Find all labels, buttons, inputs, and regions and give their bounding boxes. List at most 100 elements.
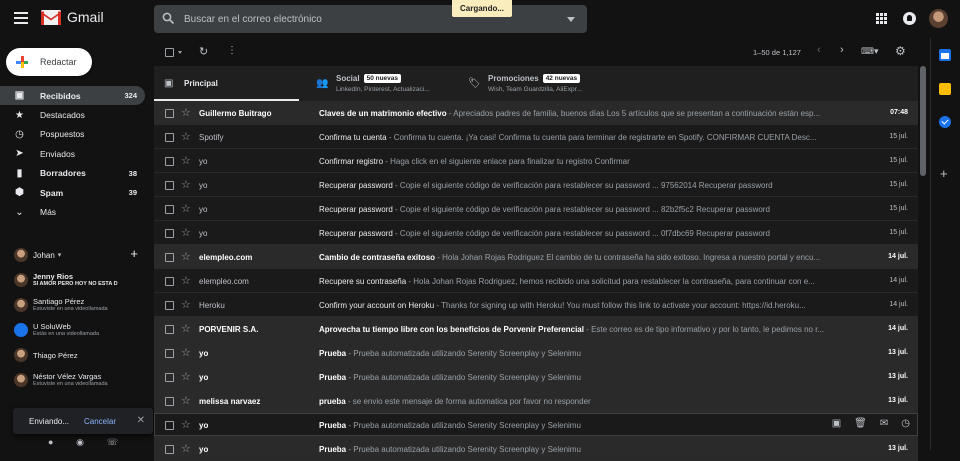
- nav-item-sent[interactable]: ➤ Enviados: [0, 144, 145, 163]
- row-checkbox[interactable]: [165, 181, 174, 190]
- email-preview: Claves de un matrimonio efectivo - Aprec…: [319, 109, 851, 118]
- nav-item-snoozed[interactable]: ◷ Pospuestos: [0, 125, 145, 144]
- select-all-checkbox[interactable]: [165, 48, 174, 57]
- star-icon[interactable]: ☆: [181, 274, 191, 287]
- email-row[interactable]: ☆ yo Confirmar registro - Haga click en el…: [154, 149, 918, 173]
- row-checkbox[interactable]: [165, 277, 174, 286]
- email-row[interactable]: ☆ Guillermo Buitrago Claves de un matrimon…: [154, 101, 918, 125]
- apps-grid-icon[interactable]: [876, 13, 887, 24]
- tab-promotions[interactable]: 🏷 Promociones 42 nuevas Wish, Team Guardz…: [458, 66, 608, 101]
- row-checkbox[interactable]: [165, 157, 174, 166]
- contact-status: SI AMOR PERO HOY NO ESTA D: [33, 281, 118, 287]
- settings-gear-icon[interactable]: ⚙: [895, 44, 906, 58]
- email-row[interactable]: ☆ yo Recuperar password - Copie el siguien…: [154, 197, 918, 221]
- star-icon[interactable]: ☆: [181, 226, 191, 239]
- more-options-icon[interactable]: ⋮: [227, 45, 237, 56]
- row-checkbox[interactable]: [165, 349, 174, 358]
- contact-status: Estás en una videollamada: [33, 331, 100, 337]
- refresh-icon[interactable]: ↻: [199, 45, 208, 58]
- star-icon[interactable]: ☆: [181, 130, 191, 143]
- nav-item-drafts[interactable]: ▮ Borradores 38: [0, 164, 145, 183]
- email-row[interactable]: ☆ elempleo.com Cambio de contraseña exitos…: [154, 245, 918, 269]
- star-icon[interactable]: ☆: [181, 418, 191, 431]
- previous-page-icon[interactable]: ‹: [817, 44, 821, 56]
- row-checkbox[interactable]: [165, 229, 174, 238]
- contact-item[interactable]: Santiago Pérez Estuviste en una videollam…: [14, 295, 142, 320]
- email-sender: elempleo.com: [199, 253, 253, 262]
- email-row[interactable]: ☆ yo Prueba - Prueba automatizada utilizan…: [154, 413, 918, 437]
- star-icon[interactable]: ☆: [181, 106, 191, 119]
- account-avatar[interactable]: [929, 9, 948, 28]
- star-icon[interactable]: ☆: [181, 178, 191, 191]
- scrollbar-thumb[interactable]: [920, 66, 926, 176]
- gmail-logo[interactable]: Gmail: [41, 9, 104, 25]
- chevron-down-icon[interactable]: ▾: [58, 251, 62, 259]
- mark-read-icon[interactable]: ✉: [880, 418, 888, 429]
- row-checkbox[interactable]: [165, 373, 174, 382]
- input-tools-icon[interactable]: ⌨▾: [861, 46, 879, 57]
- star-icon[interactable]: ☆: [181, 394, 191, 407]
- contact-item[interactable]: Jenny Rios SI AMOR PERO HOY NO ESTA D: [14, 270, 142, 295]
- star-icon[interactable]: ☆: [181, 370, 191, 383]
- delete-icon[interactable]: 🗑: [854, 418, 867, 429]
- email-date: 14 jul.: [888, 253, 908, 260]
- email-row[interactable]: ☆ elempleo.com Recupere su contraseña - Ho…: [154, 269, 918, 293]
- chat-icon[interactable]: ◉: [76, 437, 84, 448]
- email-date: 13 jul.: [888, 445, 908, 452]
- nav-item-inbox[interactable]: ▣ Recibidos 324: [0, 86, 145, 106]
- contact-item[interactable]: U SoluWeb Estás en una videollamada: [14, 320, 142, 345]
- notifications-icon[interactable]: [903, 12, 916, 25]
- hangouts-header[interactable]: Johan ▾ +: [14, 246, 142, 262]
- star-icon[interactable]: ☆: [181, 250, 191, 263]
- row-checkbox[interactable]: [165, 421, 174, 430]
- star-icon[interactable]: ☆: [181, 154, 191, 167]
- calendar-icon[interactable]: [939, 49, 951, 61]
- scrollbar[interactable]: [919, 66, 927, 450]
- row-checkbox[interactable]: [165, 109, 174, 118]
- add-contact-icon[interactable]: +: [130, 246, 138, 261]
- star-icon[interactable]: ☆: [181, 298, 191, 311]
- snooze-icon[interactable]: ◷: [901, 418, 910, 429]
- select-dropdown-icon[interactable]: [178, 51, 182, 54]
- row-checkbox[interactable]: [165, 133, 174, 142]
- search-bar[interactable]: [154, 5, 587, 33]
- star-icon[interactable]: ☆: [181, 346, 191, 359]
- next-page-icon[interactable]: ›: [840, 44, 844, 56]
- compose-button[interactable]: Redactar: [6, 48, 92, 76]
- cancel-send-button[interactable]: Cancelar: [84, 417, 116, 426]
- email-row[interactable]: ☆ PORVENIR S.A. Aprovecha tu tiempo libre …: [154, 317, 918, 341]
- person-icon[interactable]: ●: [48, 437, 53, 447]
- email-row[interactable]: ☆ Heroku Confirm your account on Heroku - …: [154, 293, 918, 317]
- row-checkbox[interactable]: [165, 301, 174, 310]
- nav-item-starred[interactable]: ★ Destacados: [0, 105, 145, 124]
- email-row[interactable]: ☆ yo Prueba - Prueba automatizada utilizan…: [154, 341, 918, 365]
- search-icon[interactable]: [162, 12, 175, 25]
- archive-icon[interactable]: ▣: [832, 418, 841, 429]
- row-checkbox[interactable]: [165, 205, 174, 214]
- email-row[interactable]: ☆ yo Prueba - Prueba automatizada utilizan…: [154, 365, 918, 389]
- star-icon[interactable]: ☆: [181, 322, 191, 335]
- keep-icon[interactable]: [939, 83, 951, 95]
- row-checkbox[interactable]: [165, 253, 174, 262]
- contact-item[interactable]: Thiago Pérez: [14, 345, 142, 370]
- star-icon[interactable]: ☆: [181, 202, 191, 215]
- email-row[interactable]: ☆ yo Prueba - Prueba automatizada utilizan…: [154, 437, 918, 461]
- main-menu-icon[interactable]: [14, 12, 28, 24]
- row-checkbox[interactable]: [165, 325, 174, 334]
- tab-primary[interactable]: ▣ Principal: [154, 66, 299, 101]
- phone-icon[interactable]: ☏: [107, 437, 118, 448]
- email-row[interactable]: ☆ Spotify Confirma tu cuenta - Confirma tu…: [154, 125, 918, 149]
- nav-item-spam[interactable]: ⬢ Spam 39: [0, 183, 145, 202]
- tab-social[interactable]: 👥 Social 50 nuevas LinkedIn, Pinterest, A…: [306, 66, 456, 101]
- nav-item-more[interactable]: ⌄ Más: [0, 202, 145, 221]
- contact-item[interactable]: Néstor Vélez Vargas Estuviste en una vide…: [14, 370, 142, 395]
- search-options-icon[interactable]: [567, 17, 575, 22]
- add-addon-icon[interactable]: +: [940, 166, 948, 181]
- star-icon[interactable]: ☆: [181, 442, 191, 455]
- tasks-icon[interactable]: [939, 116, 951, 128]
- row-checkbox[interactable]: [165, 397, 174, 406]
- close-icon[interactable]: ✕: [137, 415, 145, 426]
- email-row[interactable]: ☆ yo Recuperar password - Copie el siguien…: [154, 173, 918, 197]
- email-row[interactable]: ☆ melissa narvaez prueba - se envio este m…: [154, 389, 918, 413]
- email-row[interactable]: ☆ yo Recuperar password - Copie el siguien…: [154, 221, 918, 245]
